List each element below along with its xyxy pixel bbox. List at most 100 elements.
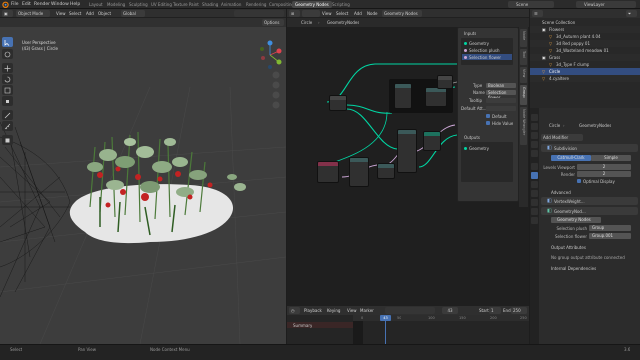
outliner-row-circle[interactable]: ▽ Circle (530, 68, 640, 75)
tab-geometry-nodes[interactable]: Geometry Nodes (292, 1, 332, 8)
attribute-node[interactable] (423, 131, 441, 151)
tab-group[interactable]: Group (520, 85, 527, 105)
menu-window[interactable]: Window (51, 2, 69, 7)
move-tool[interactable] (2, 63, 13, 73)
tab-texture-paint[interactable]: Texture Paint (170, 1, 202, 8)
tab-view[interactable]: View (520, 67, 527, 83)
catmull-clark-button[interactable]: Catmull-Clark (551, 155, 591, 161)
outliner-row-cyaltere[interactable]: ▽ 4.cyaltere (530, 75, 640, 82)
tab-tool[interactable]: Tool (520, 49, 527, 65)
menu-edit[interactable]: Edit (22, 2, 31, 7)
measure-tool[interactable] (2, 121, 13, 131)
3d-viewport[interactable]: User Perspective (43) Grass | Circle (0, 27, 286, 344)
timeline-area[interactable]: 0 50 100 150 200 250 Summary 43 (287, 315, 529, 344)
tab-scripting[interactable]: Scripting (329, 1, 353, 8)
data-tab-icon[interactable] (531, 208, 538, 215)
playhead-label[interactable]: 43 (380, 315, 391, 321)
tl-menu-view[interactable]: View (347, 308, 357, 313)
hide-value-checkbox[interactable] (486, 121, 490, 125)
join-node[interactable] (425, 87, 447, 107)
physics-tab-icon[interactable] (531, 190, 538, 197)
options-button[interactable]: Options (262, 19, 284, 26)
outliner-row-grass[interactable]: ▣ Grass (530, 54, 640, 61)
type-dropdown[interactable]: Boolean (486, 83, 516, 88)
geometry-node-editor-selector[interactable] (302, 10, 320, 17)
default-checkbox[interactable] (486, 114, 490, 118)
tab-sculpting[interactable]: Sculpting (126, 1, 151, 8)
simple-button[interactable]: Simple (591, 155, 631, 161)
render-tab-icon[interactable] (531, 123, 538, 130)
tool-tab-icon[interactable] (531, 114, 538, 121)
node-editor-type-button[interactable]: ⊞ (289, 10, 300, 17)
tab-node-wrangler[interactable]: Node Wrangler (520, 107, 527, 145)
ne-menu-view[interactable]: View (322, 11, 332, 16)
view-buttons[interactable] (272, 71, 280, 109)
scene-tab-icon[interactable] (531, 141, 538, 148)
selection-flower-field[interactable]: Group.001 (589, 233, 631, 239)
material-tab-icon[interactable] (531, 217, 538, 224)
tab-layout[interactable]: Layout (86, 1, 106, 8)
selection-input-node[interactable] (317, 161, 339, 183)
advanced-panel-toggle[interactable]: Advanced (551, 190, 571, 195)
input-row-selection-plush[interactable]: Selection plush (462, 47, 512, 53)
render-levels-field[interactable]: 2 (577, 171, 631, 177)
navigation-gizmo[interactable] (260, 40, 282, 70)
realize-node[interactable] (394, 83, 412, 109)
object-info-node[interactable] (377, 163, 395, 179)
world-tab-icon[interactable] (531, 150, 538, 157)
object-tab-icon[interactable] (531, 163, 538, 170)
select-tool[interactable] (2, 37, 13, 47)
outliner-row-autumn-plant[interactable]: ▽ 3d_Autumn plant 4.04 (530, 33, 640, 40)
menu-file[interactable]: File (11, 2, 19, 7)
modifier-vertex-weight[interactable]: ◧ VertexWeight... (541, 197, 638, 205)
output-row-geometry[interactable]: Geometry (462, 145, 512, 151)
scale-tool[interactable] (2, 85, 13, 95)
node-tree-selector[interactable]: Geometry Nodes (382, 10, 422, 17)
start-frame-field[interactable]: 1 (489, 307, 501, 314)
outliner-row-red-poppy[interactable]: ▽ 3d Red poppy 01 (530, 40, 640, 47)
shading-buttons[interactable] (234, 10, 284, 17)
instance-node[interactable] (397, 129, 417, 173)
gn-tree-selector[interactable]: Geometry Nodes (551, 217, 601, 223)
input-row-geometry[interactable]: Geometry (462, 40, 512, 46)
tl-menu-marker[interactable]: Marker (360, 308, 374, 313)
distribute-node[interactable] (349, 157, 369, 187)
modifier-subdivision[interactable]: ◧ Subdivision (541, 144, 638, 152)
tl-menu-playback[interactable]: Playback (304, 308, 322, 313)
transform-tool[interactable] (2, 96, 13, 106)
vp-menu-add[interactable]: Add (86, 11, 94, 16)
annotate-tool[interactable] (2, 110, 13, 120)
ne-menu-node[interactable]: Node (367, 11, 377, 16)
name-field[interactable]: Selection flower (486, 90, 516, 100)
ne-menu-add[interactable]: Add (354, 11, 362, 16)
modifier-tab-icon[interactable] (531, 172, 538, 179)
scene-selector[interactable]: Scene (508, 1, 554, 8)
group-input-node[interactable] (329, 95, 347, 111)
outliner-filter-button[interactable]: ⏷ (626, 10, 637, 17)
tl-menu-keying[interactable]: Keying (327, 308, 340, 313)
output-node[interactable] (437, 75, 453, 89)
tab-modeling[interactable]: Modeling (104, 1, 128, 8)
outputs-title[interactable]: Outputs (464, 135, 480, 140)
outliner-row-flowers[interactable]: ▣ Flowers (530, 26, 640, 33)
blender-logo-icon[interactable] (2, 1, 9, 8)
outliner-row-clump[interactable]: ▽ 3d_Type F clump (530, 61, 640, 68)
playback-controls[interactable] (385, 307, 435, 314)
default-attribute-field[interactable] (486, 106, 516, 111)
breadcrumb-object[interactable]: Circle (301, 20, 312, 25)
outliner-row-wasteland-meadow[interactable]: ▽ 3d_Wasteland meadow 01 (530, 47, 640, 54)
tooltip-field[interactable] (486, 98, 516, 103)
menu-render[interactable]: Render (34, 2, 50, 7)
output-tab-icon[interactable] (531, 132, 538, 139)
output-attributes-toggle[interactable]: Output Attributes (551, 245, 586, 250)
mode-selector[interactable]: Object Mode (16, 10, 50, 17)
particles-tab-icon[interactable] (531, 181, 538, 188)
summary-row[interactable]: Summary (287, 322, 353, 328)
tab-node[interactable]: Node (520, 29, 527, 47)
breadcrumb-tree[interactable]: GeometryNodes (327, 20, 359, 25)
vp-menu-view[interactable]: View (56, 11, 66, 16)
view-layer-selector[interactable]: ViewLayer (576, 1, 636, 8)
menu-help[interactable]: Help (70, 2, 80, 7)
internal-dependencies-toggle[interactable]: Internal Dependencies (551, 266, 596, 271)
orientation-selector[interactable]: Global (121, 10, 145, 17)
